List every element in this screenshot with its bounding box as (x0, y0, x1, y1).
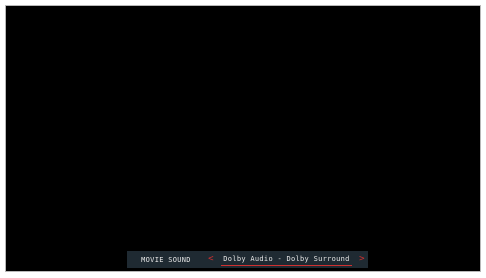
setting-label: MOVIE SOUND (141, 255, 191, 264)
tv-screen: MOVIE SOUND < Dolby Audio - Dolby Surrou… (5, 5, 481, 272)
selection-underline (221, 265, 352, 266)
chevron-right-icon[interactable]: > (356, 251, 368, 268)
sound-mode-value-container: Dolby Audio - Dolby Surround (217, 251, 356, 268)
sound-mode-value: Dolby Audio - Dolby Surround (223, 255, 350, 263)
sound-mode-selector[interactable]: < Dolby Audio - Dolby Surround > (205, 251, 368, 268)
sound-settings-bar: MOVIE SOUND < Dolby Audio - Dolby Surrou… (127, 251, 368, 268)
chevron-left-icon[interactable]: < (205, 251, 217, 268)
